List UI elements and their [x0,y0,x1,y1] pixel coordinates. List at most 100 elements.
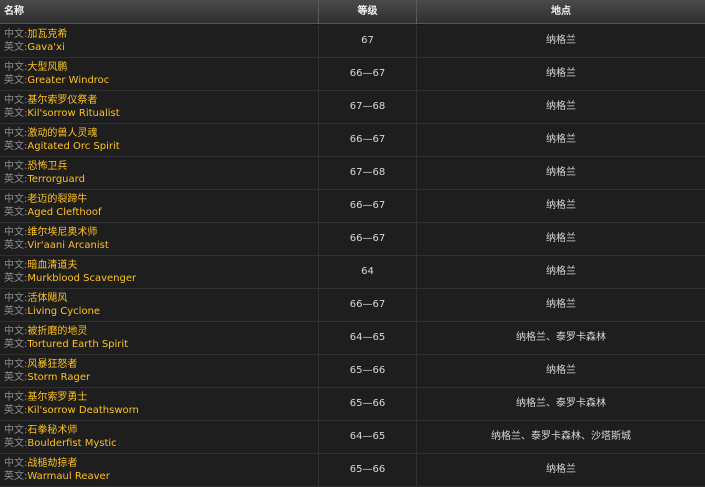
location-cell: 纳格兰 [546,365,576,376]
english-name[interactable]: Agitated Orc Spirit [27,141,119,152]
chinese-name[interactable]: 活体飓风 [27,293,67,304]
chinese-label: 中文: [4,359,28,370]
chinese-label: 中文: [4,326,28,337]
english-name[interactable]: Kil'sorrow Deathsworn [27,405,139,416]
chinese-name-line: 中文:活体飓风 [4,292,318,305]
level-cell: 65—66 [319,454,417,486]
table-row: 中文:老迈的裂蹄牛 英文:Aged Clefthoof 66—67 纳格兰 [0,190,705,223]
creature-table: 名称 等级 地点 中文:加瓦克希 英文:Gava'xi 67 纳格兰 中文:大型风鹏 英文… [0,0,705,487]
name-cell: 中文:老迈的裂蹄牛 英文:Aged Clefthoof [0,190,319,222]
chinese-name[interactable]: 激动的兽人灵魂 [27,128,97,139]
chinese-name-line: 中文:恐怖卫兵 [4,160,318,173]
name-cell: 中文:基尔索罗仪祭者 英文:Kil'sorrow Ritualist [0,91,319,123]
english-label: 英文: [4,141,28,152]
location-cell: 纳格兰 [546,266,576,277]
column-header-location[interactable]: 地点 [417,0,705,24]
column-header-level[interactable]: 等级 [319,0,417,24]
level-cell: 64—65 [319,421,417,453]
english-name-line: 英文:Boulderfist Mystic [4,437,318,450]
chinese-label: 中文: [4,62,28,73]
chinese-label: 中文: [4,128,28,139]
english-name[interactable]: Vir'aani Arcanist [27,240,108,251]
location-cell: 纳格兰 [546,200,576,211]
english-name[interactable]: Greater Windroc [27,75,109,86]
table-row: 中文:被折磨的地灵 英文:Tortured Earth Spirit 64—65 纳格… [0,322,705,355]
chinese-name-line: 中文:基尔索罗勇士 [4,391,318,404]
chinese-label: 中文: [4,194,28,205]
chinese-name[interactable]: 基尔索罗仪祭者 [27,95,97,106]
level-cell: 66—67 [319,289,417,321]
english-label: 英文: [4,207,28,218]
english-name[interactable]: Storm Rager [27,372,90,383]
table-row: 中文:激动的兽人灵魂 英文:Agitated Orc Spirit 66—67 纳格兰 [0,124,705,157]
chinese-name-line: 中文:战槌劫掠者 [4,457,318,470]
chinese-name[interactable]: 风暴狂怒者 [27,359,77,370]
english-name[interactable]: Kil'sorrow Ritualist [27,108,119,119]
table-row: 中文:加瓦克希英文:Gava'xi 67 纳格兰 [0,25,705,58]
chinese-name[interactable]: 被折磨的地灵 [27,326,87,337]
column-header-name[interactable]: 名称 [0,0,319,24]
table-row: 中文:大型风鹏 英文:Greater Windroc 66—67 纳格兰 [0,58,705,91]
chinese-name-line: 中文:暗血清道夫 [4,259,318,272]
level-cell: 67 [319,25,417,57]
table-row: 中文:活体飓风 英文:Living Cyclone 66—67 纳格兰 [0,289,705,322]
chinese-name[interactable]: 恐怖卫兵 [27,161,67,172]
chinese-name[interactable]: 战槌劫掠者 [27,458,77,469]
name-cell: 中文:维尔埃尼奥术师 英文:Vir'aani Arcanist [0,223,319,255]
chinese-label: 中文: [4,29,28,40]
location-cell: 纳格兰 [546,464,576,475]
english-label: 英文: [4,42,28,53]
level-cell: 64 [319,256,417,288]
english-name-line: 英文:Warmaul Reaver [4,470,318,483]
name-cell: 中文:恐怖卫兵 英文:Terrorguard [0,157,319,189]
level-cell: 65—66 [319,355,417,387]
level-cell: 65—66 [319,388,417,420]
english-name[interactable]: Aged Clefthoof [27,207,101,218]
location-cell: 纳格兰、泰罗卡森林、沙塔斯城 [491,431,631,442]
english-label: 英文: [4,339,28,350]
english-name-line: 英文:Kil'sorrow Deathsworn [4,404,318,417]
table-row: 中文:战槌劫掠者 英文:Warmaul Reaver 65—66 纳格兰 [0,454,705,487]
chinese-name[interactable]: 老迈的裂蹄牛 [27,194,87,205]
chinese-label: 中文: [4,95,28,106]
english-label: 英文: [4,438,28,449]
level-cell: 66—67 [319,58,417,90]
level-cell: 64—65 [319,322,417,354]
name-cell: 中文:风暴狂怒者 英文:Storm Rager [0,355,319,387]
english-label: 英文: [4,273,28,284]
english-label: 英文: [4,471,28,482]
chinese-name[interactable]: 石拳秘术师 [27,425,77,436]
english-name[interactable]: Gava'xi [27,42,64,53]
chinese-name-line: 中文:石拳秘术师 [4,424,318,437]
table-row: 中文:维尔埃尼奥术师 英文:Vir'aani Arcanist 66—67 纳格兰 [0,223,705,256]
english-name[interactable]: Murkblood Scavenger [27,273,136,284]
chinese-label: 中文: [4,227,28,238]
chinese-label: 中文: [4,293,28,304]
chinese-name[interactable]: 大型风鹏 [27,62,67,73]
english-name[interactable]: Boulderfist Mystic [27,438,116,449]
table-body: 中文:加瓦克希 英文:Gava'xi 67 纳格兰 中文:大型风鹏 英文:Greater … [0,25,705,487]
english-name[interactable]: Warmaul Reaver [27,471,109,482]
chinese-label: 中文: [4,425,28,436]
chinese-name[interactable]: 基尔索罗勇士 [27,392,87,403]
chinese-label: 中文: [4,161,28,172]
location-cell: 纳格兰 [546,35,576,46]
chinese-name-line: 中文:基尔索罗仪祭者 [4,94,318,107]
location-cell: 纳格兰 [546,167,576,178]
table-row: 中文:基尔索罗勇士 英文:Kil'sorrow Deathsworn 65—66 纳格… [0,388,705,421]
name-cell: 中文:石拳秘术师 英文:Boulderfist Mystic [0,421,319,453]
chinese-name[interactable]: 加瓦克希 [27,29,67,40]
chinese-name[interactable]: 维尔埃尼奥术师 [27,227,97,238]
english-name[interactable]: Tortured Earth Spirit [27,339,128,350]
english-name[interactable]: Living Cyclone [27,306,100,317]
english-name-line: 英文:Storm Rager [4,371,318,384]
english-name-line: 英文:Aged Clefthoof [4,206,318,219]
table-row: 中文:恐怖卫兵 英文:Terrorguard 67—68 纳格兰 [0,157,705,190]
name-cell: 中文:基尔索罗勇士 英文:Kil'sorrow Deathsworn [0,388,319,420]
english-name[interactable]: Terrorguard [27,174,85,185]
chinese-name-line: 中文:被折磨的地灵 [4,325,318,338]
level-cell: 66—67 [319,190,417,222]
chinese-name[interactable]: 暗血清道夫 [27,260,77,271]
table-header: 名称 等级 地点 [0,0,705,24]
chinese-name-line: 中文:风暴狂怒者 [4,358,318,371]
